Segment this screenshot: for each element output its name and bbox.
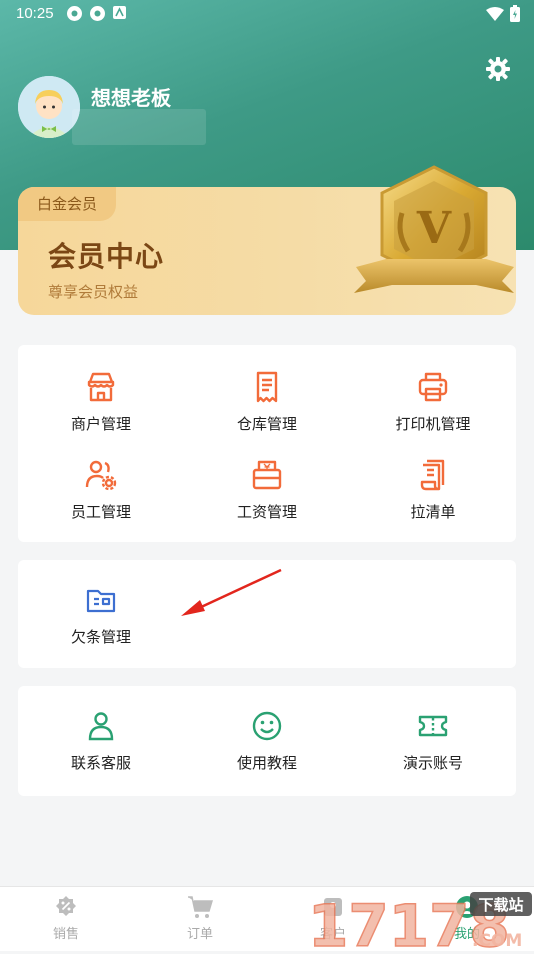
phone-blurred — [72, 109, 206, 145]
avatar[interactable] — [18, 76, 80, 138]
menu-item-label: 打印机管理 — [395, 415, 471, 433]
app-notification-icon — [66, 5, 83, 22]
menu-item-salary[interactable]: 工资管理 — [184, 455, 350, 522]
settings-gear-icon[interactable] — [484, 55, 512, 83]
vip-badge-letter: V — [416, 203, 452, 254]
management-menu-card: 商户管理 仓库管理 打印机管理 员工管理 工资管理 拉清单 — [18, 345, 516, 542]
menu-item-shop[interactable]: 商户管理 — [18, 367, 184, 434]
menu-item-tutorial[interactable]: 使用教程 — [184, 706, 350, 773]
menu-item-label: 使用教程 — [236, 754, 297, 772]
menu-item-label: 员工管理 — [70, 503, 131, 521]
menu-item-warehouse[interactable]: 仓库管理 — [184, 367, 350, 434]
menu-item-customer-service[interactable]: 联系客服 — [18, 706, 184, 773]
tab-label: 订单 — [186, 927, 213, 942]
menu-item-label: 仓库管理 — [236, 415, 297, 433]
watermark-domain: .COM — [472, 931, 522, 950]
cart-icon — [188, 896, 213, 918]
salary-icon — [252, 460, 282, 490]
battery-icon — [510, 5, 520, 26]
vip-subtitle: 尊享会员权益 — [48, 283, 139, 301]
ticket-icon — [418, 715, 448, 737]
staff-icon — [85, 460, 117, 491]
menu-item-label: 商户管理 — [70, 415, 131, 433]
smile-icon — [252, 711, 282, 741]
vip-badge-icon: V — [346, 163, 516, 313]
iou-menu-card: 欠条管理 — [18, 560, 516, 668]
person-icon — [88, 712, 114, 741]
vip-title: 会员中心 — [48, 240, 165, 273]
wifi-icon — [486, 6, 504, 25]
printer-icon — [418, 372, 448, 402]
support-menu-card: 联系客服 使用教程 演示账号 — [18, 686, 516, 796]
status-bar: 10:25 — [0, 0, 534, 28]
menu-item-label: 拉清单 — [410, 503, 456, 521]
app-notification-icon — [89, 5, 106, 22]
receipt-icon — [256, 371, 278, 403]
app-notification-icon — [112, 5, 129, 22]
menu-item-label: 工资管理 — [236, 503, 297, 521]
status-time: 10:25 — [16, 5, 54, 22]
discount-icon — [56, 896, 76, 916]
tab-orders[interactable]: 订单 — [155, 895, 245, 942]
site-watermark: 17178 下载站 .COM — [307, 884, 534, 954]
menu-item-label: 联系客服 — [70, 754, 131, 772]
username: 想想老板 — [91, 86, 171, 110]
menu-item-iou[interactable]: 欠条管理 — [18, 580, 184, 647]
menu-item-label: 欠条管理 — [70, 628, 131, 646]
tab-sales[interactable]: 销售 — [21, 895, 111, 942]
shop-icon — [87, 372, 115, 402]
vip-member-card[interactable]: 白金会员 会员中心 尊享会员权益 V — [18, 165, 516, 315]
annotation-arrow — [181, 568, 282, 616]
menu-item-checklist[interactable]: 拉清单 — [350, 455, 516, 522]
vip-level-tag: 白金会员 — [18, 187, 116, 221]
folder-icon — [86, 589, 116, 613]
menu-item-printer[interactable]: 打印机管理 — [350, 367, 516, 434]
tab-label: 销售 — [52, 927, 79, 942]
list-icon — [420, 459, 445, 491]
menu-item-demo-account[interactable]: 演示账号 — [350, 706, 516, 773]
menu-item-staff[interactable]: 员工管理 — [18, 455, 184, 522]
watermark-site: 下载站 — [478, 896, 523, 914]
menu-item-label: 演示账号 — [402, 754, 463, 772]
